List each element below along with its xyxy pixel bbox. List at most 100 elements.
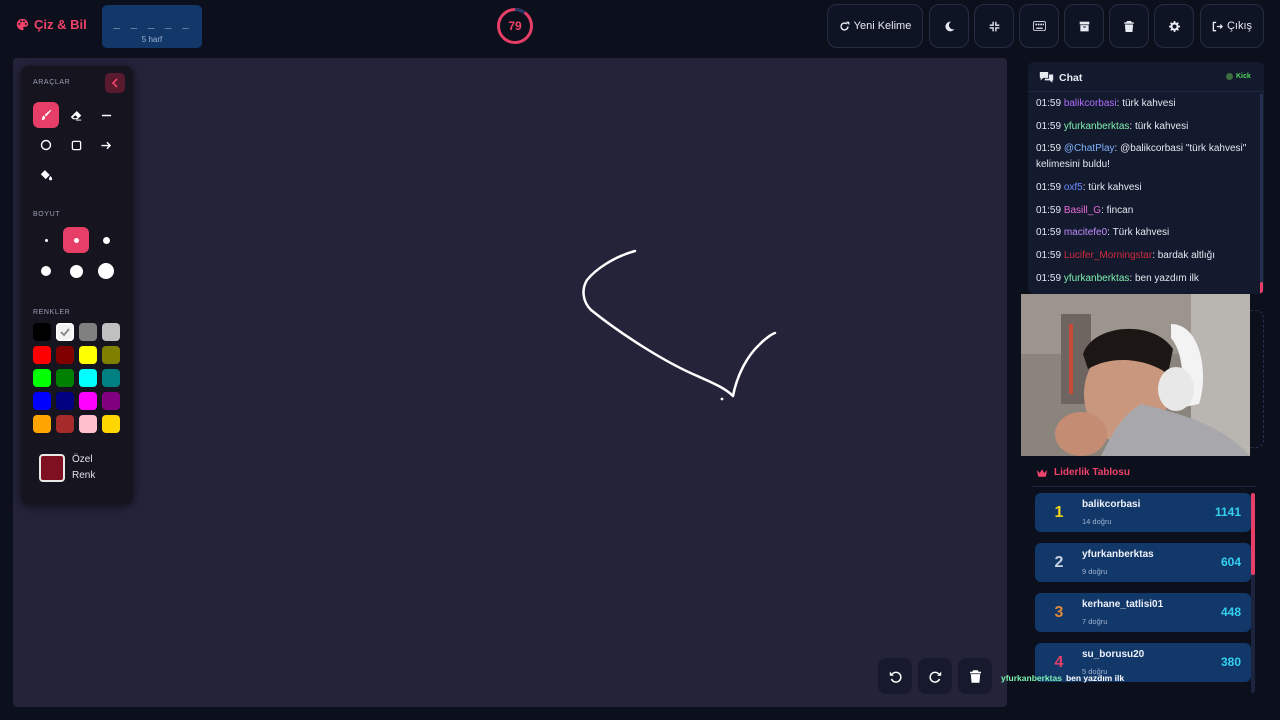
size-option-2[interactable]	[63, 227, 89, 253]
color-swatch[interactable]	[79, 369, 97, 387]
color-swatch[interactable]	[79, 346, 97, 364]
message-time: 01:59	[1036, 121, 1062, 132]
chat-message: 01:59 yfurkanberktas: türk kahvesi	[1036, 121, 1189, 132]
platform-badge: Kick	[1226, 73, 1251, 80]
color-swatch[interactable]	[102, 369, 120, 387]
color-swatch[interactable]	[33, 346, 51, 364]
archive-button[interactable]	[1064, 4, 1104, 48]
brush-icon	[41, 109, 52, 121]
message-text: türk kahvesi	[1088, 182, 1142, 193]
leaderboard-scrollbar[interactable]	[1251, 493, 1255, 693]
message-time: 01:59	[1036, 227, 1062, 238]
size-option-4[interactable]	[33, 258, 59, 284]
score: 448	[1220, 605, 1241, 619]
color-swatch[interactable]	[102, 323, 120, 341]
compress-button[interactable]	[974, 4, 1014, 48]
logout-icon	[1212, 21, 1223, 31]
leaderboard-row: 2 yfurkanberktas 9 doğru 604	[1035, 543, 1251, 582]
colors-title: RENKLER	[33, 309, 71, 316]
dark-mode-button[interactable]	[929, 4, 969, 48]
undo-button[interactable]	[878, 658, 912, 694]
tools-panel: ARAÇLAR BOYUT RENKLER Özel Renk	[21, 66, 133, 504]
gear-icon	[1168, 20, 1180, 32]
message-user[interactable]: balikcorbasi	[1064, 98, 1117, 109]
logout-button[interactable]: Çıkış	[1200, 4, 1264, 48]
score: 1141	[1214, 505, 1241, 519]
keyboard-button[interactable]	[1019, 4, 1059, 48]
square-icon	[71, 140, 81, 150]
color-swatch[interactable]	[102, 346, 120, 364]
leaderboard-title: Liderlik Tablosu	[1054, 467, 1130, 478]
chat-header: Chat Kick	[1028, 62, 1264, 92]
size-option-5[interactable]	[63, 258, 89, 284]
color-swatch[interactable]	[56, 392, 74, 410]
size-option-3[interactable]	[93, 227, 119, 253]
redo-icon	[928, 671, 941, 683]
overlay-text: ben yazdım ilk	[1065, 673, 1125, 683]
color-swatch[interactable]	[33, 392, 51, 410]
drawing-canvas[interactable]	[13, 58, 1007, 707]
color-swatch[interactable]	[56, 323, 74, 341]
settings-button[interactable]	[1154, 4, 1194, 48]
color-swatch[interactable]	[33, 369, 51, 387]
color-swatch[interactable]	[79, 415, 97, 433]
refresh-icon	[840, 21, 849, 31]
size-option-6[interactable]	[93, 258, 119, 284]
color-swatch[interactable]	[33, 323, 51, 341]
app-root: Çiz & Bil _ _ _ _ _ 5 harf 79 Yeni Kelim…	[0, 0, 1280, 720]
leaderboard-row: 1 balikcorbasi 14 doğru 1141	[1035, 493, 1251, 532]
eraser-tool[interactable]	[63, 102, 89, 128]
color-swatch[interactable]	[102, 392, 120, 410]
archive-icon	[1079, 21, 1089, 31]
color-swatch[interactable]	[79, 392, 97, 410]
platform-label: Kick	[1236, 73, 1251, 80]
clear-canvas-button[interactable]	[958, 658, 992, 694]
custom-color-swatch[interactable]	[39, 454, 65, 482]
collapse-panel-button[interactable]	[105, 73, 125, 93]
color-swatch[interactable]	[56, 346, 74, 364]
size-title: BOYUT	[33, 211, 61, 218]
line-tool[interactable]	[93, 102, 119, 128]
chat-message: 01:59 Basill_G: fincan	[1036, 205, 1134, 216]
line-icon	[101, 114, 111, 116]
color-swatch[interactable]	[79, 323, 97, 341]
chat-title: Chat	[1059, 72, 1083, 84]
arrow-tool[interactable]	[93, 132, 119, 158]
size-option-1[interactable]	[33, 227, 59, 253]
leaderboard-header: Liderlik Tablosu	[1036, 467, 1130, 478]
color-swatch[interactable]	[56, 415, 74, 433]
message-user[interactable]: macitefe0	[1064, 227, 1107, 238]
message-text: bardak altlığı	[1157, 250, 1216, 261]
fill-tool[interactable]	[33, 162, 59, 188]
message-user[interactable]: @ChatPlay	[1064, 143, 1115, 154]
message-time: 01:59	[1036, 205, 1062, 216]
correct-count: 14 doğru	[1082, 517, 1112, 526]
chat-message: 01:59 @ChatPlay: @balikcorbasi "türk kah…	[1036, 143, 1247, 170]
color-swatch[interactable]	[33, 415, 51, 433]
rectangle-tool[interactable]	[63, 132, 89, 158]
webcam-image	[1021, 294, 1250, 456]
message-user[interactable]: Basill_G	[1064, 205, 1101, 216]
new-word-label: Yeni Kelime	[853, 20, 912, 32]
divider	[1032, 486, 1256, 487]
message-user[interactable]: Lucifer_Morningstar	[1064, 250, 1152, 261]
timer-value: 79	[508, 19, 522, 33]
color-swatch[interactable]	[56, 369, 74, 387]
chat-message: 01:59 Lucifer_Morningstar: bardak altlığ…	[1036, 250, 1216, 261]
message-user[interactable]: yfurkanberktas	[1064, 121, 1130, 132]
word-hint: _ _ _ _ _ 5 harf	[102, 5, 202, 48]
player-name: balikcorbasi	[1082, 499, 1141, 510]
message-user[interactable]: yfurkanberktas	[1064, 273, 1130, 284]
circle-tool[interactable]	[33, 132, 59, 158]
top-bar: Çiz & Bil _ _ _ _ _ 5 harf 79 Yeni Kelim…	[0, 0, 1280, 52]
message-user[interactable]: oxf5	[1064, 182, 1083, 193]
eraser-icon	[70, 110, 82, 121]
redo-button[interactable]	[918, 658, 952, 694]
clear-button[interactable]	[1109, 4, 1149, 48]
chat-overlay-message: yfurkanberktas ben yazdım ilk	[1001, 673, 1124, 683]
color-swatch[interactable]	[102, 415, 120, 433]
brush-tool[interactable]	[33, 102, 59, 128]
chat-scrollbar[interactable]	[1260, 94, 1263, 294]
custom-color-label: Özel Renk	[72, 454, 96, 481]
new-word-button[interactable]: Yeni Kelime	[827, 4, 923, 48]
